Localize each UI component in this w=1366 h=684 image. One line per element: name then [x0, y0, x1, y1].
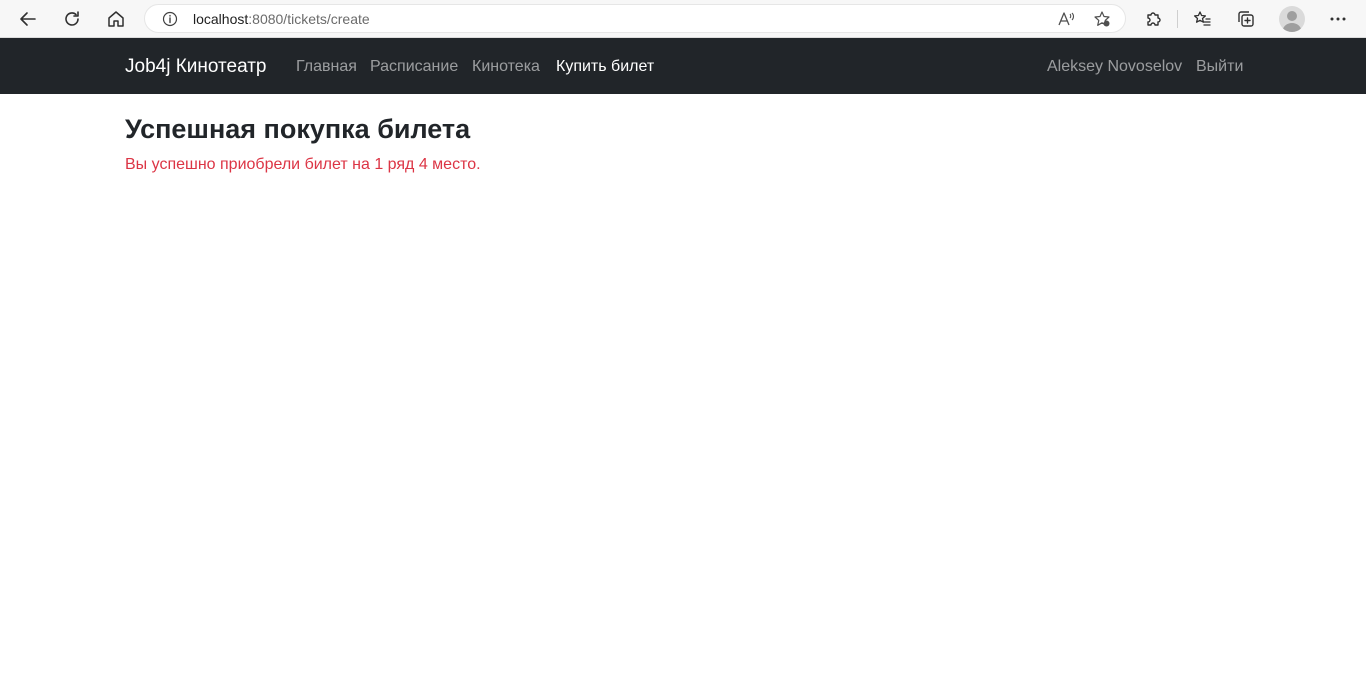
- home-button[interactable]: [102, 5, 130, 33]
- purchase-message: Вы успешно приобрели билет на 1 ряд 4 ме…: [125, 156, 481, 173]
- browser-toolbar: localhost:8080/tickets/create: [0, 0, 1366, 38]
- back-button[interactable]: [14, 5, 42, 33]
- arrow-left-icon: [20, 12, 36, 26]
- favorites-button[interactable]: [1188, 5, 1216, 33]
- more-options-icon: [1330, 17, 1346, 21]
- extensions-button[interactable]: [1139, 5, 1167, 33]
- url-text[interactable]: localhost:8080/tickets/create: [193, 11, 370, 28]
- profile-avatar[interactable]: [1279, 6, 1305, 32]
- reload-icon: [65, 11, 79, 26]
- user-name-link[interactable]: Aleksey Novoselov: [1047, 57, 1182, 77]
- site-navbar: Job4j Кинотеатр Главная Расписание Кинот…: [0, 38, 1366, 94]
- nav-link-schedule[interactable]: Расписание: [370, 57, 458, 77]
- toolbar-divider: [1177, 10, 1178, 28]
- nav-link-buy-ticket[interactable]: Купить билет: [556, 57, 654, 77]
- reload-button[interactable]: [58, 5, 86, 33]
- nav-link-home[interactable]: Главная: [296, 57, 357, 77]
- info-icon[interactable]: [162, 11, 178, 27]
- favorites-list-icon: [1193, 11, 1211, 26]
- nav-link-film-library[interactable]: Кинотека: [472, 57, 540, 77]
- url-host: localhost: [193, 11, 249, 27]
- read-aloud-icon[interactable]: [1057, 10, 1075, 28]
- settings-menu-button[interactable]: [1324, 5, 1352, 33]
- favorite-star-icon[interactable]: [1093, 10, 1111, 28]
- puzzle-icon: [1147, 12, 1161, 26]
- collections-button[interactable]: [1232, 5, 1260, 33]
- address-bar[interactable]: localhost:8080/tickets/create: [144, 4, 1126, 33]
- page-title: Успешная покупка билета: [125, 114, 471, 144]
- user-icon: [1282, 11, 1302, 32]
- home-icon: [108, 11, 124, 27]
- brand-link[interactable]: Job4j Кинотеатр: [125, 55, 267, 79]
- url-path: :8080/tickets/create: [248, 11, 370, 27]
- collections-icon: [1238, 11, 1254, 27]
- logout-link[interactable]: Выйти: [1196, 57, 1243, 77]
